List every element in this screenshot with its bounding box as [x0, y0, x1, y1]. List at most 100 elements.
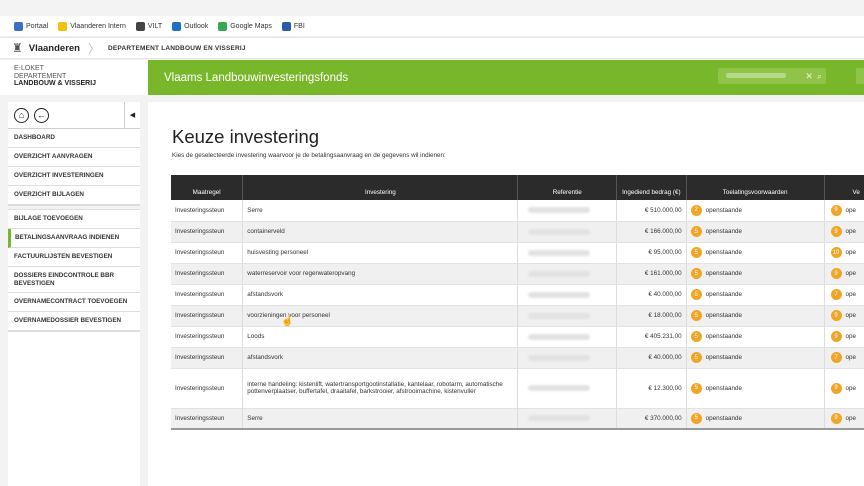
- department-link[interactable]: DEPARTEMENT LANDBOUW EN VISSERIJ: [108, 45, 246, 52]
- status-text: openstaande: [705, 333, 743, 341]
- sidebar-item[interactable]: OVERZICHT INVESTERINGEN: [8, 167, 140, 186]
- cell-investering: Serre: [242, 200, 519, 222]
- cell-maatregel: Investeringssteun: [171, 284, 244, 306]
- cell-toelatingsvoorwaarden: 5 openstaande: [686, 284, 825, 306]
- col-header-bedrag[interactable]: Ingediend bedrag (€): [616, 175, 687, 200]
- col-header-toelatingsvoorwaarden[interactable]: Toelatingsvoorwaarden: [686, 175, 825, 200]
- col-header-referentie[interactable]: Referentie: [517, 175, 618, 200]
- page-subtitle: Kies de geselecteerde investering waarvo…: [172, 152, 446, 159]
- cell-referentie: [517, 368, 618, 409]
- bookmark-favicon-icon: [58, 21, 68, 31]
- count-badge[interactable]: 9: [830, 310, 842, 321]
- page: Portaal Vlaanderen Intern VILT Outlook Googl…: [0, 0, 864, 486]
- cell-referentie: [517, 200, 618, 222]
- col-header-ve[interactable]: Ve: [824, 175, 864, 200]
- status-text: ope: [845, 270, 857, 278]
- count-badge[interactable]: 5: [690, 268, 702, 279]
- brand-link[interactable]: Vlaanderen: [29, 43, 80, 54]
- count-badge[interactable]: 9: [830, 268, 842, 279]
- count-badge[interactable]: 2: [690, 204, 702, 216]
- sidebar-item[interactable]: FACTUURLIJSTEN BEVESTIGEN: [8, 248, 140, 267]
- bookmark-item[interactable]: Portaal: [14, 21, 48, 31]
- search-input[interactable]: ✕ ⌕: [718, 68, 826, 84]
- count-badge[interactable]: 5: [690, 412, 702, 424]
- cell-toelatingsvoorwaarden: 2 openstaande: [686, 200, 825, 222]
- cell-maatregel: Investeringssteun: [171, 221, 244, 243]
- cell-investering: interne handeling: kistenlift, watertran…: [242, 368, 519, 409]
- investments-table: Maatregel Investering Referentie Ingedie…: [171, 175, 864, 430]
- cell-maatregel: Investeringssteun: [171, 326, 244, 348]
- bookmark-item[interactable]: VILT: [135, 21, 162, 31]
- sidebar-item[interactable]: BIJLAGE TOEVOEGEN: [8, 210, 140, 229]
- count-badge[interactable]: 9: [830, 412, 842, 424]
- banner-title: Vlaams Landbouwinvesteringsfonds: [164, 71, 349, 84]
- cell-bedrag: € 40.000,00: [616, 284, 687, 306]
- home-icon[interactable]: ⌂: [14, 107, 29, 123]
- eloket-line1: E-LOKET: [14, 65, 44, 72]
- sidebar-item[interactable]: OVERZICHT BIJLAGEN: [8, 186, 140, 205]
- bookmark-favicon-icon: [172, 21, 182, 31]
- count-badge[interactable]: 5: [690, 247, 702, 258]
- cell-investering: afstandsvork: [242, 347, 519, 369]
- count-badge[interactable]: 7: [830, 352, 842, 363]
- referentie-blurred: [528, 333, 591, 340]
- table-row[interactable]: Investeringssteun interne handeling: kist…: [171, 368, 864, 409]
- count-badge[interactable]: 10: [830, 247, 842, 258]
- status-text: ope: [845, 354, 857, 362]
- bookmark-item[interactable]: FBI: [281, 21, 305, 31]
- table-row[interactable]: Investeringssteun huisvesting personeel € …: [171, 242, 864, 264]
- referentie-blurred: [528, 312, 591, 319]
- col-header-maatregel[interactable]: Maatregel: [171, 175, 244, 200]
- count-badge[interactable]: 9: [830, 204, 842, 216]
- eloket-logo[interactable]: E-LOKET DEPARTEMENT LANDBOUW & VISSERIJ: [0, 60, 148, 95]
- sidebar-item[interactable]: OVERNAMECONTRACT TOEVOEGEN: [8, 293, 140, 312]
- sidebar-item[interactable]: BETALINGSAANVRAAG INDIENEN: [8, 229, 140, 248]
- cell-referentie: [517, 284, 618, 306]
- table-row[interactable]: Investeringssteun afstandsvork € 40.000,00…: [171, 347, 864, 369]
- table-row[interactable]: Investeringssteun waterreservoir voor reg…: [171, 263, 864, 285]
- table-row[interactable]: Investeringssteun Loods € 405.231,00 5 opens…: [171, 326, 864, 348]
- count-badge[interactable]: 5: [690, 289, 702, 300]
- clear-icon[interactable]: ✕: [805, 71, 813, 82]
- cell-ve: 9 ope: [824, 305, 864, 327]
- banner-extra-button[interactable]: [856, 68, 864, 84]
- table-row[interactable]: Investeringssteun voorzieningen voor pers…: [171, 305, 864, 327]
- bookmark-item[interactable]: Vlaanderen Intern: [58, 21, 126, 31]
- cell-bedrag: € 18.000,00: [616, 305, 687, 327]
- referentie-blurred: [528, 249, 591, 256]
- table-row[interactable]: Investeringssteun afstandsvork € 40.000,00…: [171, 284, 864, 306]
- count-badge[interactable]: 9: [830, 226, 842, 237]
- table-row[interactable]: Investeringssteun Serre € 510.000,00 2 opens…: [171, 200, 864, 222]
- count-badge[interactable]: 5: [690, 331, 702, 342]
- collapse-sidebar-icon[interactable]: ◀: [124, 102, 140, 128]
- status-text: ope: [845, 206, 857, 214]
- bookmark-item[interactable]: Google Maps: [218, 21, 272, 31]
- count-badge[interactable]: 9: [830, 331, 842, 342]
- cell-bedrag: € 95.000,00: [616, 242, 687, 264]
- sidebar-item[interactable]: OVERNAMEDOSSIER BEVESTIGEN: [8, 312, 140, 331]
- cell-maatregel: Investeringssteun: [171, 242, 244, 264]
- cell-investering: huisvesting personeel: [242, 242, 519, 264]
- col-header-investering[interactable]: Investering: [242, 175, 519, 200]
- count-badge[interactable]: 7: [830, 289, 842, 300]
- table-row[interactable]: Investeringssteun Serre € 370.000,00 5 opens…: [171, 408, 864, 430]
- table-row[interactable]: Investeringssteun containerveld € 166.000,…: [171, 221, 864, 243]
- sidebar-item[interactable]: DASHBOARD: [8, 129, 140, 148]
- cell-referentie: [517, 326, 618, 348]
- cell-bedrag: € 166.000,00: [616, 221, 687, 243]
- cell-ve: 9 ope: [824, 263, 864, 285]
- bookmark-favicon-icon: [218, 21, 228, 31]
- cell-referentie: [517, 221, 618, 243]
- referentie-blurred: [528, 385, 591, 391]
- back-arrow-icon[interactable]: ←: [34, 107, 49, 123]
- search-icon[interactable]: ⌕: [817, 71, 822, 82]
- count-badge[interactable]: 5: [690, 226, 702, 237]
- bookmark-item[interactable]: Outlook: [172, 21, 208, 31]
- status-text: ope: [845, 249, 857, 257]
- count-badge[interactable]: 5: [690, 352, 702, 363]
- sidebar-item[interactable]: OVERZICHT AANVRAGEN: [8, 148, 140, 167]
- count-badge[interactable]: 5: [690, 310, 702, 321]
- sidebar-item[interactable]: DOSSIERS EINDCONTROLE BBR BEVESTIGEN: [8, 267, 140, 293]
- count-badge[interactable]: 5: [690, 382, 702, 394]
- count-badge[interactable]: 9: [830, 382, 842, 394]
